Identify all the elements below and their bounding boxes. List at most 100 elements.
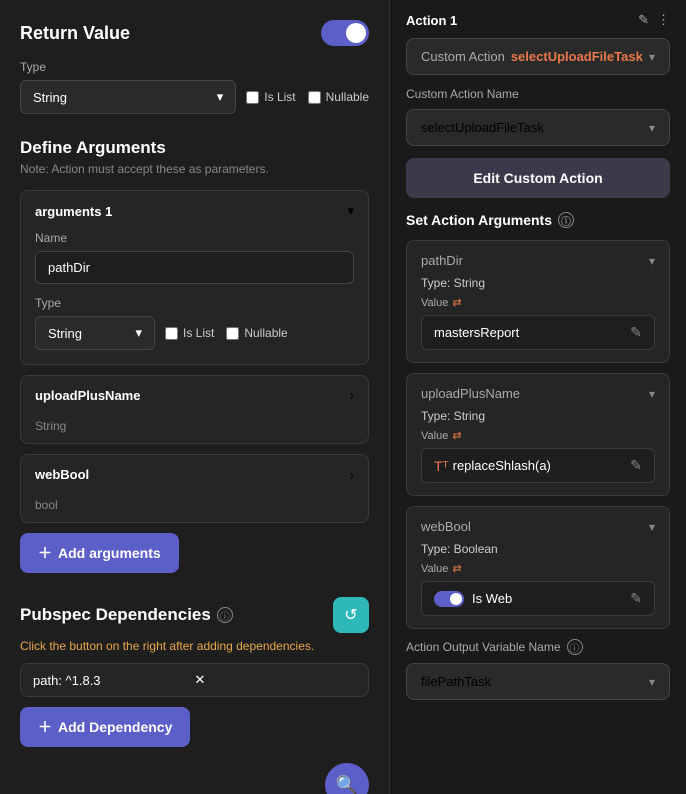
pubspec-title-row: Pubspec Dependencies ⓘ	[20, 605, 233, 625]
left-panel: Return Value Type String ▾ Is List Nulla…	[0, 0, 390, 794]
add-dependency-label: Add Dependency	[58, 719, 172, 735]
edit-custom-action-button[interactable]: Edit Custom Action	[406, 158, 670, 198]
arg-card-webbool-header[interactable]: webBool ▾	[421, 519, 655, 534]
custom-action-pill[interactable]: Custom Action selectUploadFileTask ▾	[406, 38, 670, 75]
arg-uploadplusname-chevron: ▾	[649, 387, 655, 401]
type-row: String ▾ Is List Nullable	[20, 80, 369, 114]
type-label-arg: Type	[35, 296, 354, 310]
type-value: String	[33, 90, 67, 105]
custom-action-name-select[interactable]: selectUploadFileTask ▾	[406, 109, 670, 146]
output-section: Action Output Variable Name ⓘ filePathTa…	[406, 639, 670, 700]
arg-uploadplusname-edit-icon[interactable]: ✎	[630, 457, 642, 474]
set-args-label: Set Action Arguments ⓘ	[406, 212, 670, 228]
arg-type-select[interactable]: String ▾	[35, 316, 155, 350]
nullable-checkbox[interactable]	[308, 91, 321, 104]
arg-webbool-value-box: Is Web ✎	[421, 581, 655, 616]
output-label: Action Output Variable Name ⓘ	[406, 639, 670, 655]
custom-action-name-chevron: ▾	[649, 121, 655, 135]
add-arguments-button[interactable]: ＋ Add arguments	[20, 533, 179, 573]
pubspec-note: Click the button on the right after addi…	[20, 639, 369, 653]
custom-action-pill-value: selectUploadFileTask	[511, 49, 643, 64]
action-icons: ✎ ⋮	[638, 12, 670, 28]
argument-1-name: arguments 1	[35, 204, 112, 219]
argument-header-1[interactable]: arguments 1 ▾	[21, 191, 368, 231]
arg-pathdir-name: pathDir	[421, 253, 463, 268]
name-label: Name	[35, 231, 354, 245]
arg-nullable-label[interactable]: Nullable	[226, 326, 287, 340]
arg-nullable-checkbox[interactable]	[226, 327, 239, 340]
arg-uploadplusname-value-box: Tᵀ replaceShlash(a) ✎	[421, 448, 655, 483]
arg-webbool-edit-icon[interactable]: ✎	[630, 590, 642, 607]
custom-action-pill-chevron: ▾	[649, 50, 655, 64]
arg-card-uploadplusname-header[interactable]: uploadPlusName ▾	[421, 386, 655, 401]
arg-name-input[interactable]	[35, 251, 354, 284]
arg-pathdir-type: Type: String	[421, 276, 655, 290]
checkbox-row: Is List Nullable	[246, 90, 369, 104]
return-value-toggle[interactable]	[321, 20, 369, 46]
argument-2-chevron: ›	[350, 388, 354, 403]
refresh-button[interactable]: ↺	[333, 597, 369, 633]
return-value-title: Return Value	[20, 23, 130, 44]
arg-checkbox-row: Is List Nullable	[165, 326, 288, 340]
arg-card-pathdir-header[interactable]: pathDir ▾	[421, 253, 655, 268]
arg-is-list-label[interactable]: Is List	[165, 326, 214, 340]
arg-card-pathdir: pathDir ▾ Type: String Value ⇄ mastersRe…	[406, 240, 670, 363]
webbool-toggle[interactable]	[434, 591, 464, 607]
arg-webbool-value-icon: ⇄	[452, 562, 461, 575]
arg-webbool-value: Is Web	[472, 591, 630, 606]
arg-card-webbool: webBool ▾ Type: Boolean Value ⇄ Is Web ✎	[406, 506, 670, 629]
custom-action-name-label: Custom Action Name	[406, 87, 670, 101]
define-arguments-note: Note: Action must accept these as parame…	[20, 162, 369, 176]
output-select[interactable]: filePathTask ▾	[406, 663, 670, 700]
arg-is-list-checkbox[interactable]	[165, 327, 178, 340]
type-select[interactable]: String ▾	[20, 80, 236, 114]
add-dependency-button[interactable]: ＋ Add Dependency	[20, 707, 190, 747]
more-options-icon[interactable]: ⋮	[657, 12, 670, 28]
action-header: Action 1 ✎ ⋮	[406, 8, 670, 28]
is-list-label: Is List	[264, 90, 295, 104]
right-panel: Action 1 ✎ ⋮ Custom Action selectUploadF…	[390, 0, 686, 794]
arg-pathdir-value-icon: ⇄	[452, 296, 461, 309]
dependency-row: path: ^1.8.3 ✕	[20, 663, 369, 697]
output-info-icon: ⓘ	[567, 639, 583, 655]
arg-uploadplusname-value: replaceShlash(a)	[453, 458, 631, 473]
argument-2-name: uploadPlusName	[35, 388, 140, 403]
arg-pathdir-value: mastersReport	[434, 325, 519, 340]
arg-uploadplusname-value-label: Value ⇄	[421, 429, 655, 442]
arg-webbool-value-label: Value ⇄	[421, 562, 655, 575]
set-args-text: Set Action Arguments	[406, 212, 552, 228]
edit-action-icon[interactable]: ✎	[638, 12, 649, 28]
nullable-checkbox-label[interactable]: Nullable	[308, 90, 369, 104]
arg-type-row: String ▾ Is List Nullable	[35, 316, 354, 350]
arg-pathdir-edit-icon[interactable]: ✎	[630, 324, 642, 341]
type-section: Type String ▾ Is List Nullable	[20, 60, 369, 114]
argument-header-3[interactable]: webBool ›	[21, 455, 368, 494]
arg-pathdir-chevron: ▾	[649, 254, 655, 268]
search-fab-button[interactable]: 🔍	[325, 763, 369, 794]
set-args-info-icon: ⓘ	[558, 212, 574, 228]
arg-card-uploadplusname: uploadPlusName ▾ Type: String Value ⇄ Tᵀ…	[406, 373, 670, 496]
is-list-checkbox-label[interactable]: Is List	[246, 90, 295, 104]
arg-webbool-type: Type: Boolean	[421, 542, 655, 556]
remove-dependency-button[interactable]: ✕	[195, 672, 357, 688]
argument-header-2[interactable]: uploadPlusName ›	[21, 376, 368, 415]
type-label: Type	[20, 60, 369, 74]
define-arguments-section: Define Arguments Note: Action must accep…	[20, 138, 369, 573]
arg-type-value: String	[48, 326, 82, 341]
action-title: Action 1	[406, 13, 457, 28]
add-arguments-label: Add arguments	[58, 545, 161, 561]
custom-action-label: Custom Action	[421, 49, 505, 64]
nullable-label: Nullable	[326, 90, 369, 104]
arg-type-chevron: ▾	[135, 325, 142, 341]
pubspec-title: Pubspec Dependencies	[20, 605, 211, 625]
return-value-section: Return Value	[20, 20, 369, 46]
add-arguments-plus-icon: ＋	[38, 543, 52, 563]
custom-action-name-value: selectUploadFileTask	[421, 120, 544, 135]
argument-3-name: webBool	[35, 467, 89, 482]
add-dependency-plus-icon: ＋	[38, 717, 52, 737]
argument-1-chevron: ▾	[347, 203, 354, 219]
output-chevron: ▾	[649, 675, 655, 689]
is-list-checkbox[interactable]	[246, 91, 259, 104]
argument-card-1: arguments 1 ▾ Name Type String ▾ Is List	[20, 190, 369, 365]
arg-uploadplusname-name: uploadPlusName	[421, 386, 520, 401]
